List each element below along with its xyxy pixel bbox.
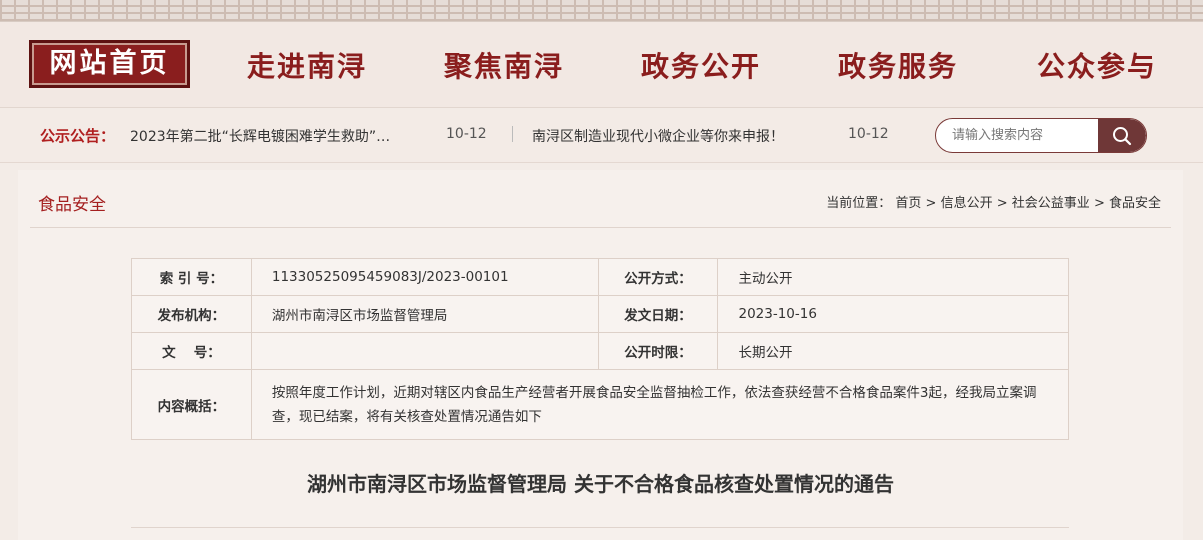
date-label: 发文日期： (597, 295, 719, 333)
section-title: 食品安全 (38, 195, 106, 215)
nav-item-gov-open[interactable]: 政务公开 (641, 46, 761, 88)
search-icon (1113, 126, 1132, 145)
breadcrumb-separator: > (925, 196, 937, 211)
decorative-fret-border (0, 0, 1203, 22)
doc-number-value (250, 332, 599, 370)
table-row: 索 引 号： 11330525095459083J/2023-00101 公开方… (131, 258, 1069, 296)
table-row: 文 号： 公开时限： 长期公开 (131, 332, 1069, 370)
notice-link[interactable]: 南浔区制造业现代小微企业等你来申报！ (532, 126, 784, 146)
breadcrumb: 当前位置： 首页 > 信息公开 > 社会公益事业 > 食品安全 (826, 192, 1161, 211)
issuer-label: 发布机构： (131, 295, 252, 333)
search-box (935, 118, 1147, 153)
nav-item-gov-service[interactable]: 政务服务 (838, 46, 958, 88)
page: 网站首页 走进南浔 聚焦南浔 政务公开 政务服务 公众参与 公示公告： 2023… (0, 0, 1203, 540)
open-mode-label: 公开方式： (597, 258, 719, 296)
search-button[interactable] (1098, 119, 1146, 152)
period-label: 公开时限： (597, 332, 719, 370)
notice-bar: 公示公告： 2023年第二批“长辉电镀困难学生救助”… 10-12 南浔区制造业… (0, 108, 1203, 163)
summary-value: 按照年度工作计划，近期对辖区内食品生产经营者开展食品安全监督抽检工作，依法查获经… (250, 369, 1070, 440)
breadcrumb-separator: > (1093, 196, 1105, 211)
period-value: 长期公开 (717, 332, 1069, 370)
index-value: 11330525095459083J/2023-00101 (250, 258, 599, 296)
breadcrumb-home[interactable]: 首页 (895, 196, 921, 211)
breadcrumb-info-open[interactable]: 信息公开 (941, 196, 993, 211)
nav-item-about[interactable]: 走进南浔 (247, 46, 367, 88)
breadcrumb-food-safety[interactable]: 食品安全 (1109, 196, 1161, 211)
content-panel: 食品安全 当前位置： 首页 > 信息公开 > 社会公益事业 > 食品安全 索 引… (18, 170, 1183, 540)
divider (131, 527, 1069, 528)
nav-home-button[interactable]: 网站首页 (29, 40, 190, 88)
date-value: 2023-10-16 (717, 295, 1069, 333)
nav-item-participation[interactable]: 公众参与 (1037, 46, 1157, 88)
summary-label: 内容概括： (131, 369, 252, 440)
divider (30, 227, 1171, 228)
notice-date: 10-12 (446, 126, 487, 142)
breadcrumb-separator: > (996, 196, 1008, 211)
table-row: 内容概括： 按照年度工作计划，近期对辖区内食品生产经营者开展食品安全监督抽检工作… (131, 369, 1070, 440)
notice-date: 10-12 (848, 126, 889, 142)
nav-item-focus[interactable]: 聚焦南浔 (444, 46, 564, 88)
document-meta-table: 索 引 号： 11330525095459083J/2023-00101 公开方… (131, 258, 1070, 440)
main-nav: 网站首页 走进南浔 聚焦南浔 政务公开 政务服务 公众参与 (0, 22, 1203, 108)
table-row: 发布机构： 湖州市南浔区市场监督管理局 发文日期： 2023-10-16 (131, 295, 1069, 333)
breadcrumb-public-welfare[interactable]: 社会公益事业 (1012, 196, 1090, 211)
notice-divider (512, 126, 513, 142)
notice-label: 公示公告： (40, 127, 116, 145)
doc-number-label: 文 号： (131, 332, 252, 370)
index-label: 索 引 号： (131, 258, 252, 296)
issuer-value: 湖州市南浔区市场监督管理局 (250, 295, 599, 333)
notice-link[interactable]: 2023年第二批“长辉电镀困难学生救助”… (130, 126, 390, 146)
breadcrumb-label: 当前位置： (826, 196, 892, 211)
open-mode-value: 主动公开 (717, 258, 1069, 296)
article-title: 湖州市南浔区市场监督管理局 关于不合格食品核查处置情况的通告 (307, 472, 894, 496)
